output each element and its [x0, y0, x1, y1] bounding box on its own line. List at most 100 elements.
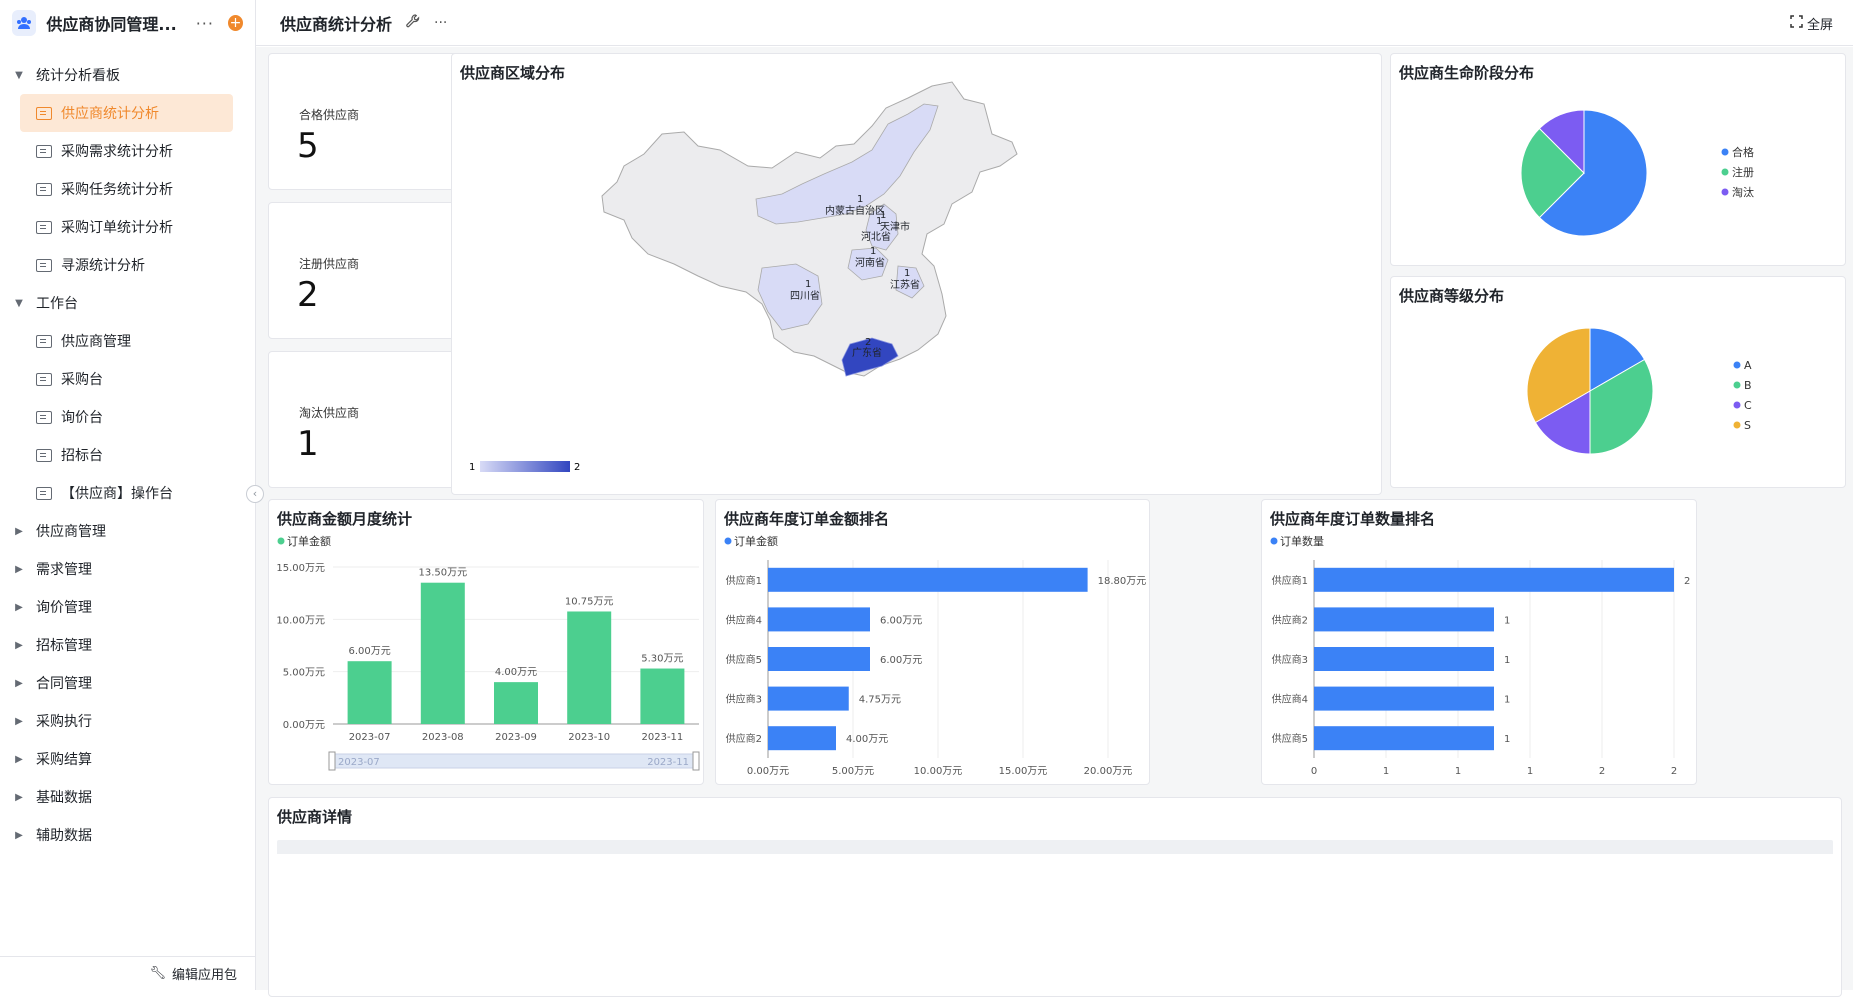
wrench-icon: 🔧︎	[149, 966, 166, 981]
nav-item-label: 合同管理	[36, 676, 92, 692]
order-count-ranking-chart[interactable]: 订单数量 0 1 1 1 2 2 供应商1 2 供应商2 1 供应商3 1 供应商4 1 供应商5 1	[1262, 500, 1698, 786]
app-add-icon[interactable]: +	[227, 15, 243, 31]
nav-item-label: 采购台	[61, 372, 103, 388]
x-tick-label: 1	[1455, 766, 1461, 777]
nav-item-label: 询价管理	[36, 600, 92, 616]
map-label: 河北省	[861, 230, 891, 243]
caret-down-icon: ▼	[15, 297, 23, 309]
map-label-value: 1	[904, 268, 910, 279]
nav-item[interactable]: 询价台	[20, 398, 233, 436]
order-count-ranking-card: 供应商年度订单数量排名 订单数量 0 1 1 1 2 2 供应商1 2 供应商2 1 供应商3 1 供应商…	[1261, 499, 1697, 785]
scale-max-label: 2	[574, 462, 580, 473]
bar	[768, 647, 870, 671]
bar-value-label: 1	[1504, 695, 1510, 706]
dashboard-icon	[36, 410, 52, 424]
app-more-icon[interactable]: ···	[196, 14, 214, 33]
nav-item[interactable]: 采购订单统计分析	[20, 208, 233, 246]
edit-app-package-button[interactable]: 🔧︎ 编辑应用包	[0, 956, 255, 990]
bar	[1314, 647, 1494, 671]
map-scale-legend[interactable]: 1 2	[469, 461, 580, 473]
monthly-amount-chart[interactable]: 订单金额 0.00万元 5.00万元 10.00万元 15.00万元 6.00万元 2023…	[269, 500, 704, 786]
caret-right-icon: ▶	[15, 563, 23, 575]
more-options-icon[interactable]: ···	[434, 15, 447, 31]
order-amount-ranking-chart[interactable]: 订单金额0.00万元 5.00万元 10.00万元 15.00万元 20.00万元供应商…	[716, 500, 1151, 786]
x-tick-label: 2	[1671, 766, 1677, 777]
nav-item[interactable]: 【供应商】操作台	[20, 474, 233, 512]
map-label: 四川省	[790, 289, 820, 302]
x-tick-label: 1	[1527, 766, 1533, 777]
bar	[494, 682, 538, 724]
y-tick-label: 供应商3	[1272, 653, 1308, 666]
map-country-shape	[601, 81, 1018, 377]
x-tick-label: 2023-11	[642, 732, 684, 743]
nav-item-label: 采购结算	[36, 752, 92, 768]
region-map-card: 供应商区域分布 1 内蒙古自治区 1 天津市 1 河北省 1 河南省 1 江苏省…	[451, 53, 1382, 495]
y-tick-label: 供应商4	[1272, 693, 1308, 706]
nav-item-label: 供应商统计分析	[61, 106, 159, 122]
legend-label: A	[1744, 359, 1752, 372]
nav-group[interactable]: ▶ 需求管理	[0, 550, 255, 588]
settings-wrench-icon[interactable]	[406, 13, 420, 32]
x-tick-label: 2023-10	[568, 732, 610, 743]
bar-value-label: 5.30万元	[641, 654, 683, 665]
nav-group[interactable]: ▼ 统计分析看板	[0, 56, 255, 94]
nav-item[interactable]: 采购需求统计分析	[20, 132, 233, 170]
nav-group[interactable]: ▶ 采购执行	[0, 702, 255, 740]
app-title[interactable]: 供应商协同管理...	[46, 11, 179, 35]
nav-group[interactable]: ▶ 采购结算	[0, 740, 255, 778]
dashboard-icon	[36, 334, 52, 348]
caret-right-icon: ▶	[15, 829, 23, 841]
nav-group[interactable]: ▶ 询价管理	[0, 588, 255, 626]
legend-label: 订单数量	[1280, 535, 1324, 548]
map-label: 广东省	[852, 346, 882, 359]
lifecycle-pie-chart[interactable]: 合格注册淘汰	[1391, 54, 1771, 267]
legend-dot	[724, 537, 732, 545]
map-label-value: 1	[870, 246, 876, 257]
fullscreen-button[interactable]: 全屏	[1790, 14, 1833, 33]
bar-value-label: 1	[1504, 734, 1510, 745]
legend-label: 订单金额	[287, 534, 331, 548]
nav-item[interactable]: 采购任务统计分析	[20, 170, 233, 208]
nav-item-label: 招标管理	[36, 638, 92, 654]
nav-item[interactable]: 寻源统计分析	[20, 246, 233, 284]
bar	[420, 582, 465, 724]
nav-item[interactable]: 采购台	[20, 360, 233, 398]
bar-value-label: 13.50万元	[418, 568, 467, 579]
caret-right-icon: ▶	[15, 715, 23, 727]
y-tick-label: 供应商2	[1272, 613, 1308, 626]
page-header: 供应商统计分析 ··· 全屏	[256, 0, 1853, 46]
nav-item[interactable]: 招标台	[20, 436, 233, 474]
edit-app-package-label: 编辑应用包	[171, 968, 237, 983]
china-map[interactable]: 1 内蒙古自治区 1 天津市 1 河北省 1 河南省 1 江苏省 1 四川省 2…	[452, 54, 1383, 490]
bar	[1314, 686, 1494, 711]
sidebar-collapse-button[interactable]: ‹	[246, 485, 264, 503]
x-tick-label: 0.00万元	[747, 766, 789, 777]
grade-pie-chart[interactable]: ABCS	[1391, 277, 1771, 489]
bar-value-label: 1	[1504, 655, 1510, 666]
nav-item[interactable]: 供应商管理	[20, 322, 233, 360]
x-tick-label: 15.00万元	[999, 766, 1048, 777]
slider-end-label: 2023-11	[647, 757, 689, 768]
bar-value-label: 18.80万元	[1098, 576, 1147, 587]
nav-item-label: 招标台	[61, 448, 103, 464]
scale-min-label: 1	[469, 462, 475, 473]
monthly-amount-card: 供应商金额月度统计 订单金额 0.00万元 5.00万元 10.00万元 15.00万元…	[268, 499, 704, 785]
nav-group[interactable]: ▶ 招标管理	[0, 626, 255, 664]
nav-group[interactable]: ▶ 辅助数据	[0, 816, 255, 854]
x-tick-label: 1	[1383, 766, 1389, 777]
nav-group[interactable]: ▶ 供应商管理	[0, 512, 255, 550]
nav-group[interactable]: ▶ 基础数据	[0, 778, 255, 816]
dashboard-icon	[36, 448, 52, 462]
stat-label: 合格供应商	[299, 108, 360, 122]
bar	[1314, 567, 1674, 592]
nav-group[interactable]: ▶ 合同管理	[0, 664, 255, 702]
nav-item[interactable]: 供应商统计分析	[20, 94, 233, 132]
nav-item-label: 辅助数据	[36, 828, 92, 844]
y-tick-label: 10.00万元	[276, 615, 325, 626]
nav-group[interactable]: ▼ 工作台	[0, 284, 255, 322]
nav-item-label: 寻源统计分析	[61, 258, 145, 274]
map-label: 江苏省	[890, 278, 920, 291]
dashboard-icon	[36, 220, 52, 234]
map-label-value: 2	[865, 337, 871, 348]
stat-card-eliminated: 淘汰供应商 1	[268, 351, 480, 488]
